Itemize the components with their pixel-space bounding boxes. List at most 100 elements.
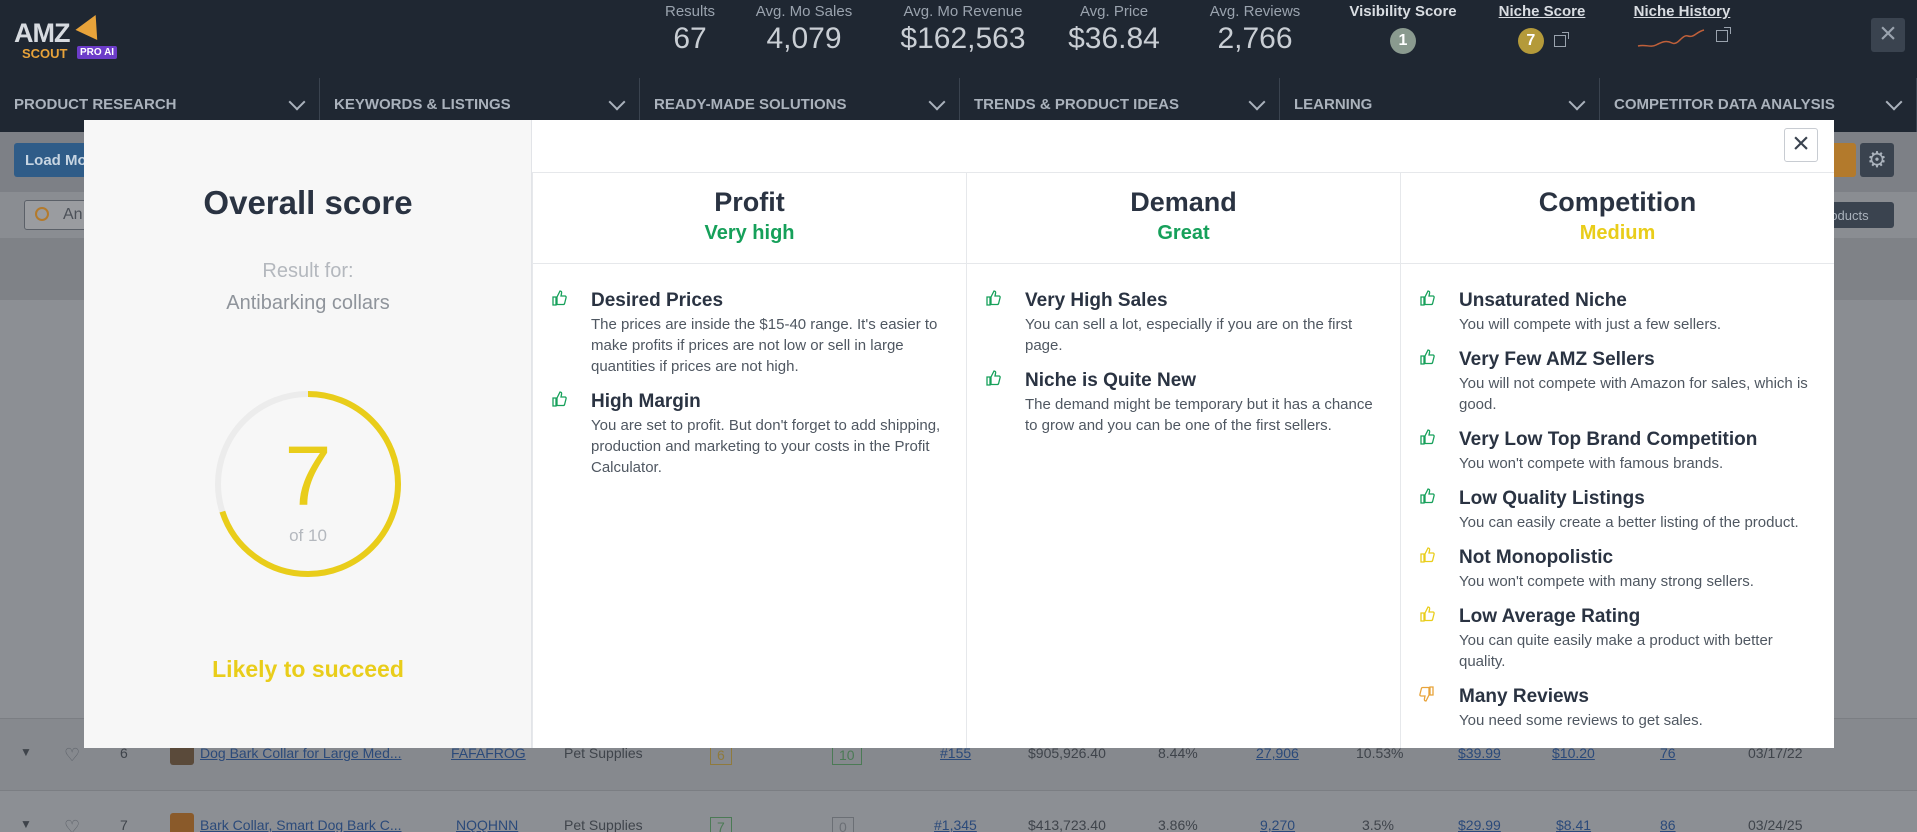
niche-history[interactable]: Niche History (1632, 3, 1732, 52)
niche-score-badge: 7 (1517, 28, 1544, 54)
gear-icon[interactable]: ⚙ (1860, 143, 1894, 177)
stat-value: 4,079 (766, 22, 842, 55)
thumbs-up-icon (1419, 290, 1437, 308)
factor-description: You will compete with just a few sellers… (1459, 316, 1722, 333)
close-icon[interactable]: × (1784, 128, 1818, 162)
factor-list: Very High Sales You can sell a lot, espe… (967, 264, 1400, 436)
score-box: 10 (832, 745, 862, 765)
thumbs-up-icon (551, 290, 569, 308)
stat-value: $36.84 (1068, 22, 1160, 55)
external-link-icon[interactable] (1554, 31, 1570, 47)
score-column-demand: Demand Great Very High Sales You can sel… (966, 172, 1400, 748)
stat-label: Avg. Mo Sales (755, 3, 853, 20)
expand-icon[interactable]: ▼ (20, 817, 32, 831)
amzscout-logo[interactable]: AMZ SCOUT PRO AI (14, 9, 124, 64)
chevron-down-icon (928, 93, 946, 111)
factor-item: Niche is Quite New The demand might be t… (985, 370, 1384, 436)
stat-value: 67 (673, 22, 707, 55)
factor-item: Very Few AMZ Sellers You will not compet… (1419, 349, 1818, 415)
date-cell: 03/24/25 (1748, 817, 1803, 832)
factor-item: Low Quality Listings You can easily crea… (1419, 488, 1818, 533)
factor-heading: Low Average Rating (1459, 606, 1641, 627)
percent-cell: 3.86% (1158, 817, 1198, 832)
factor-item: Unsaturated Niche You will compete with … (1419, 290, 1818, 335)
factor-heading: Unsaturated Niche (1459, 290, 1627, 311)
stat-label: Results (664, 3, 716, 20)
score-column-competition: Competition Medium Unsaturated Niche You… (1400, 172, 1834, 748)
thumbs-up-icon (1419, 429, 1437, 447)
expand-icon[interactable]: ▼ (20, 745, 32, 759)
chevron-down-icon (1248, 93, 1266, 111)
thumbs-up-icon (985, 290, 1003, 308)
reviews-link[interactable]: 9,270 (1260, 817, 1295, 832)
factor-description: You can quite easily make a product with… (1459, 632, 1773, 670)
nav-label: READY-MADE SOLUTIONS (654, 96, 847, 113)
niche-history-sparkline (1637, 29, 1704, 47)
factor-heading: Not Monopolistic (1459, 547, 1614, 568)
stat-avg-mo-revenue: Avg. Mo Revenue $162,563 (898, 3, 1028, 56)
factor-description: You won't compete with famous brands. (1459, 455, 1724, 472)
heart-icon[interactable]: ♡ (64, 745, 80, 765)
logo-pro-badge: PRO AI (77, 46, 118, 59)
factor-heading: Desired Prices (591, 290, 724, 311)
percent-cell: 3.5% (1362, 817, 1394, 832)
table-row[interactable]: ▼ ♡ 7 Bark Collar, Smart Dog Bark C... N… (0, 790, 1917, 832)
chevron-down-icon (1885, 93, 1903, 111)
nav-label: TRENDS & PRODUCT IDEAS (974, 96, 1180, 113)
stat-label: Visibility Score (1349, 3, 1457, 20)
score-value: 7 (284, 429, 332, 523)
nav-label: COMPETITOR DATA ANALYSIS (1614, 96, 1835, 113)
column-title: Profit (714, 187, 785, 217)
nav-label: KEYWORDS & LISTINGS (334, 96, 511, 113)
logo-amz-text: AMZ (14, 18, 70, 48)
score-box: 6 (710, 745, 732, 765)
column-header: Demand Great (967, 172, 1400, 264)
column-title: Demand (1130, 187, 1237, 217)
price-link[interactable]: $29.99 (1458, 817, 1501, 832)
thumbs-up-icon (1419, 606, 1437, 624)
rank-link[interactable]: #1,345 (934, 817, 977, 832)
niche-score-link[interactable]: Niche Score (1498, 3, 1586, 20)
stat-avg-mo-sales: Avg. Mo Sales 4,079 (752, 3, 856, 56)
factor-item: Very Low Top Brand Competition You won't… (1419, 429, 1818, 474)
overall-score-panel: Overall score Result for: Antibarking co… (84, 120, 532, 748)
heart-icon[interactable]: ♡ (64, 817, 80, 832)
close-icon[interactable]: × (1871, 18, 1905, 52)
score-box: 0 (832, 817, 854, 832)
factor-item: High Margin You are set to profit. But d… (551, 391, 950, 478)
thumbs-up-icon (551, 391, 569, 409)
niche-score-modal: Overall score Result for: Antibarking co… (84, 120, 1834, 748)
factor-description: The demand might be temporary but it has… (1025, 396, 1373, 434)
revenue-cell: $413,723.40 (1028, 817, 1106, 832)
column-rating: Medium (1579, 222, 1656, 244)
chevron-down-icon (1568, 93, 1586, 111)
factor-description: You are set to profit. But don't forget … (591, 417, 941, 476)
brand-link[interactable]: NQQHNN (456, 817, 518, 832)
factor-item: Many Reviews You need some reviews to ge… (1419, 686, 1818, 731)
column-rating: Great (1157, 222, 1210, 244)
stat-value: $162,563 (900, 22, 1026, 55)
number-link[interactable]: 86 (1660, 817, 1676, 832)
search-icon (35, 207, 49, 221)
thumbs-up-icon (1419, 547, 1437, 565)
logo-arrow-icon (75, 9, 107, 41)
visibility-score[interactable]: Visibility Score 1 (1346, 3, 1460, 54)
factor-item: Very High Sales You can sell a lot, espe… (985, 290, 1384, 356)
niche-name: Antibarking collars (226, 292, 390, 314)
search-value: An (63, 206, 83, 223)
external-link-icon[interactable] (1716, 27, 1732, 42)
factor-heading: High Margin (591, 391, 701, 412)
product-thumbnail (170, 813, 194, 832)
score-column-profit: Profit Very high Desired Prices The pric… (532, 172, 966, 748)
stat-avg-price: Avg. Price $36.84 (1066, 3, 1162, 56)
niche-score[interactable]: Niche Score 7 (1498, 3, 1586, 54)
stat-results: Results 67 (654, 3, 726, 56)
fee-link[interactable]: $8.41 (1556, 817, 1591, 832)
product-title-link[interactable]: Bark Collar, Smart Dog Bark C... (200, 817, 402, 832)
factor-description: You can easily create a better listing o… (1459, 514, 1799, 531)
factor-description: You won't compete with many strong selle… (1459, 573, 1754, 590)
niche-history-link[interactable]: Niche History (1632, 3, 1732, 20)
top-header: AMZ SCOUT PRO AI Results 67 Avg. Mo Sale… (0, 0, 1917, 78)
factor-heading: Very High Sales (1025, 290, 1168, 311)
stat-value: 2,766 (1217, 22, 1293, 55)
